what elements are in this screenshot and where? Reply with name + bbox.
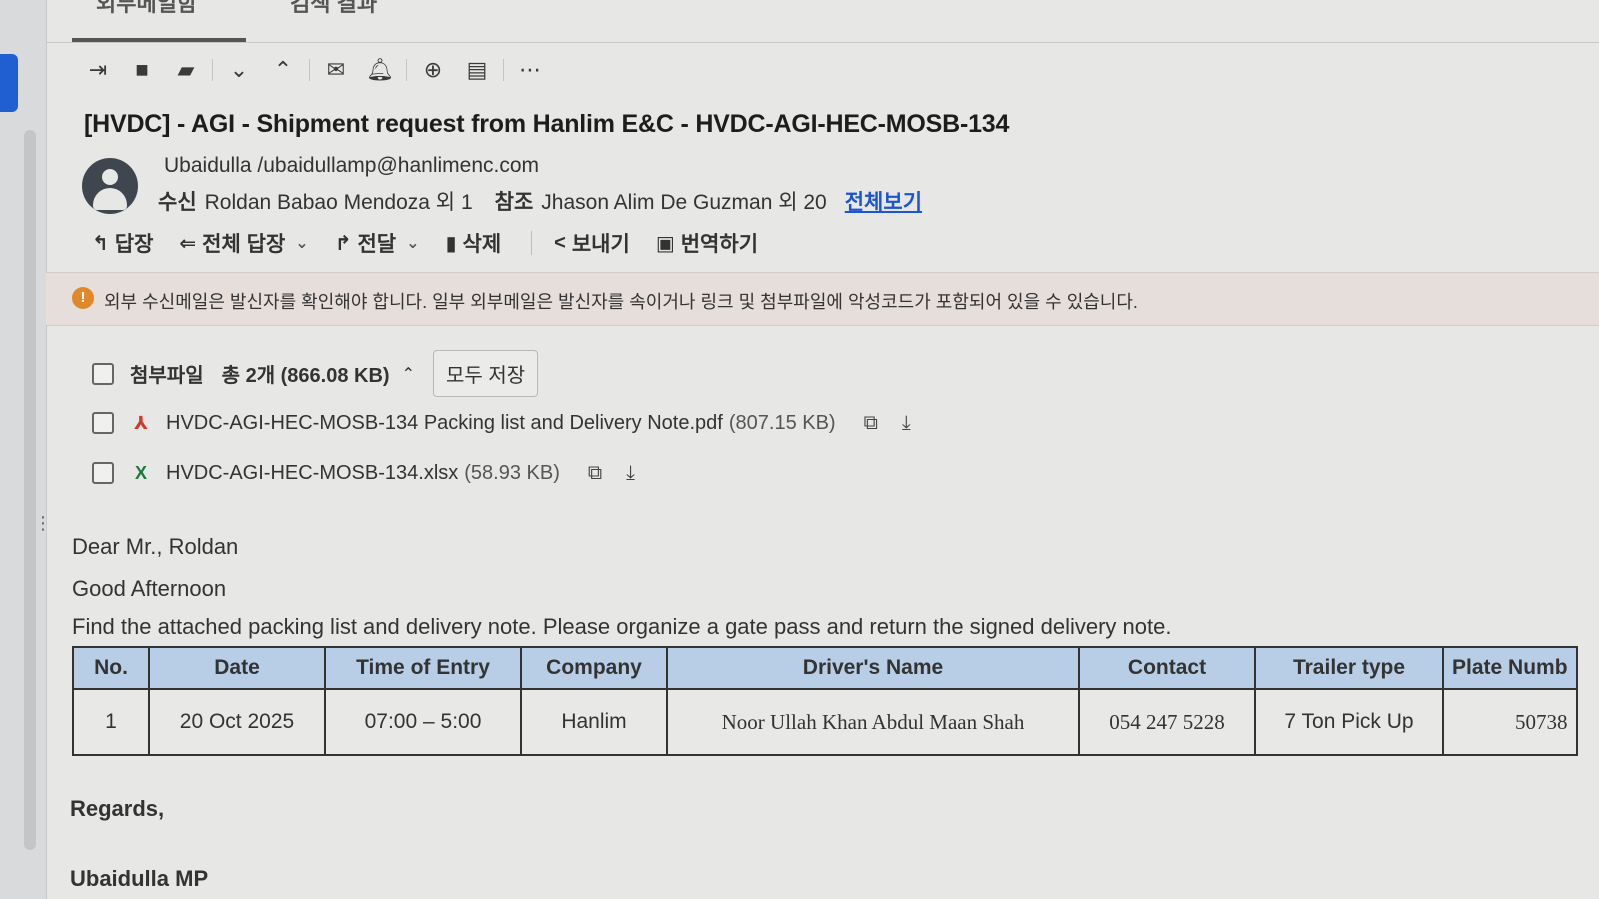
attachment-name[interactable]: HVDC-AGI-HEC-MOSB-134.xlsx <box>166 462 458 485</box>
attachment-name[interactable]: HVDC-AGI-HEC-MOSB-134 Packing list and D… <box>166 412 723 435</box>
send-button[interactable]: < 보내기 <box>554 228 630 258</box>
excel-icon: X <box>134 462 147 483</box>
avatar[interactable] <box>82 158 138 214</box>
table-cell: Noor Ullah Khan Abdul Maan Shah <box>666 688 1080 756</box>
attachments-header: 첨부파일 총 2개 (866.08 KB) ⌃ 모두 저장 <box>92 350 539 397</box>
move-to-icon[interactable]: ⇥ <box>76 52 120 88</box>
cc-label: 참조 <box>494 191 534 214</box>
body-greeting: Dear Mr., Roldan <box>72 534 239 559</box>
body-line-2: Good Afternoon <box>72 576 227 601</box>
archive-icon[interactable]: ■ <box>120 52 164 88</box>
to-label: 수신 <box>158 191 197 214</box>
preview-icon[interactable]: ⧉ <box>864 412 878 435</box>
table-cell: 20 Oct 2025 <box>148 688 326 756</box>
external-mail-warning: ! 외부 수신메일은 발신자를 확인해야 합니다. 일부 외부메일은 발신자를 … <box>46 272 1599 326</box>
zoom-icon[interactable]: ⊕ <box>411 52 455 88</box>
chevron-up-icon[interactable]: ⌃ <box>261 52 305 88</box>
mail-view: 외부메일함 검색 결과 ⇥ ■ ▰ ⌄ ⌃ ✉ 🔔︎ ⊕ ▤ ⋯ [HVDC] … <box>46 0 1599 899</box>
attachments-label: 첨부파일 <box>130 365 204 387</box>
reply-all-icon: ⇐ <box>179 232 197 255</box>
trash-icon: ▮ <box>445 232 457 255</box>
column-header: Driver's Name <box>666 646 1080 690</box>
table-header-row: No. Date Time of Entry Company Driver's … <box>72 646 1578 690</box>
active-folder-indicator[interactable] <box>0 54 18 112</box>
bell-icon[interactable]: 🔔︎ <box>358 52 402 88</box>
recipients-line: 수신 Roldan Babao Mendoza 외 1 참조 Jhason Alim … <box>158 186 922 216</box>
cc-value[interactable]: Jhason Alim De Guzman 외 20 <box>541 191 826 214</box>
left-rail: ⋮ <box>0 0 52 899</box>
table-cell: Hanlim <box>520 688 668 756</box>
action-bar: ↰ 답장 ⇐ 전체 답장 ⌄ ↱ 전달 ⌄ ▮ 삭제 < 보내기 ▣ 번역하기 <box>92 228 784 258</box>
reply-button[interactable]: ↰ 답장 <box>92 228 153 258</box>
to-value[interactable]: Roldan Babao Mendoza 외 1 <box>205 191 473 214</box>
more-icon[interactable]: ⋯ <box>508 52 552 88</box>
tab-bar: 외부메일함 검색 결과 <box>46 0 1599 43</box>
forward-icon: ↱ <box>334 232 352 255</box>
tab-external-mailbox[interactable]: 외부메일함 <box>96 0 197 18</box>
warning-icon: ! <box>72 287 94 309</box>
translate-button[interactable]: ▣ 번역하기 <box>656 228 758 258</box>
table-row: 1 20 Oct 2025 07:00 – 5:00 Hanlim Noor U… <box>72 688 1578 756</box>
book-icon[interactable]: ▤ <box>455 52 499 88</box>
column-header: No. <box>72 646 150 690</box>
column-header: Date <box>148 646 326 690</box>
chevron-down-icon[interactable]: ⌄ <box>406 233 419 253</box>
reply-all-button[interactable]: ⇐ 전체 답장 ⌄ <box>179 228 308 258</box>
attachment-size: (807.15 KB) <box>728 411 836 434</box>
attachments-count: 총 2개 (866.08 KB) <box>221 365 390 387</box>
sender-line[interactable]: Ubaidulla /ubaidullamp@hanlimenc.com <box>164 154 539 178</box>
email-subject: [HVDC] - AGI - Shipment request from Han… <box>84 110 1010 138</box>
attachment-checkbox[interactable] <box>92 412 114 434</box>
signature-name: Ubaidulla MP <box>70 866 209 891</box>
share-icon: < <box>554 231 566 254</box>
column-header: Plate Numb <box>1442 646 1578 690</box>
translate-icon: ▣ <box>655 232 675 255</box>
download-icon[interactable]: ⤓ <box>626 462 635 485</box>
column-header: Time of Entry <box>324 646 522 690</box>
table-cell: 07:00 – 5:00 <box>324 688 522 756</box>
shipment-table: No. Date Time of Entry Company Driver's … <box>72 646 1578 756</box>
attachment-size: (58.93 KB) <box>464 461 560 484</box>
table-cell: 7 Ton Pick Up <box>1254 688 1444 756</box>
reply-icon: ↰ <box>92 232 109 255</box>
chevron-down-icon[interactable]: ⌄ <box>295 233 308 253</box>
column-header: Contact <box>1078 646 1256 690</box>
view-all-link[interactable]: 전체보기 <box>845 191 922 214</box>
download-icon[interactable]: ⤓ <box>902 412 911 435</box>
table-cell: 50738 <box>1442 688 1578 756</box>
folder-icon[interactable]: ▰ <box>164 52 208 88</box>
chevron-down-icon[interactable]: ⌄ <box>217 52 261 88</box>
table-cell: 1 <box>72 688 150 756</box>
column-header: Trailer type <box>1254 646 1444 690</box>
delete-button[interactable]: ▮ 삭제 <box>446 228 502 258</box>
save-all-button[interactable]: 모두 저장 <box>433 350 539 397</box>
pdf-icon: ⅄ <box>134 412 148 433</box>
forward-button[interactable]: ↱ 전달 ⌄ <box>335 228 420 258</box>
table-cell: 054 247 5228 <box>1078 688 1256 756</box>
tab-search-results[interactable]: 검색 결과 <box>290 0 377 18</box>
preview-icon[interactable]: ⧉ <box>588 462 602 485</box>
column-header: Company <box>520 646 668 690</box>
regards-text: Regards, <box>70 796 165 821</box>
attachment-item: X HVDC-AGI-HEC-MOSB-134.xlsx (58.93 KB) … <box>92 460 635 486</box>
select-all-attachments-checkbox[interactable] <box>92 362 114 385</box>
attachment-item: ⅄ HVDC-AGI-HEC-MOSB-134 Packing list and… <box>92 410 911 436</box>
attachment-checkbox[interactable] <box>92 462 114 484</box>
active-tab-underline <box>72 38 246 42</box>
scrollbar[interactable] <box>24 130 36 850</box>
warning-text: 외부 수신메일은 발신자를 확인해야 합니다. 일부 외부메일은 발신자를 속이… <box>104 292 1138 312</box>
message-toolbar: ⇥ ■ ▰ ⌄ ⌃ ✉ 🔔︎ ⊕ ▤ ⋯ <box>76 52 552 88</box>
chevron-up-icon[interactable]: ⌃ <box>402 364 415 384</box>
body-line-3: Find the attached packing list and deliv… <box>72 614 1172 639</box>
mail-icon[interactable]: ✉ <box>314 52 358 88</box>
